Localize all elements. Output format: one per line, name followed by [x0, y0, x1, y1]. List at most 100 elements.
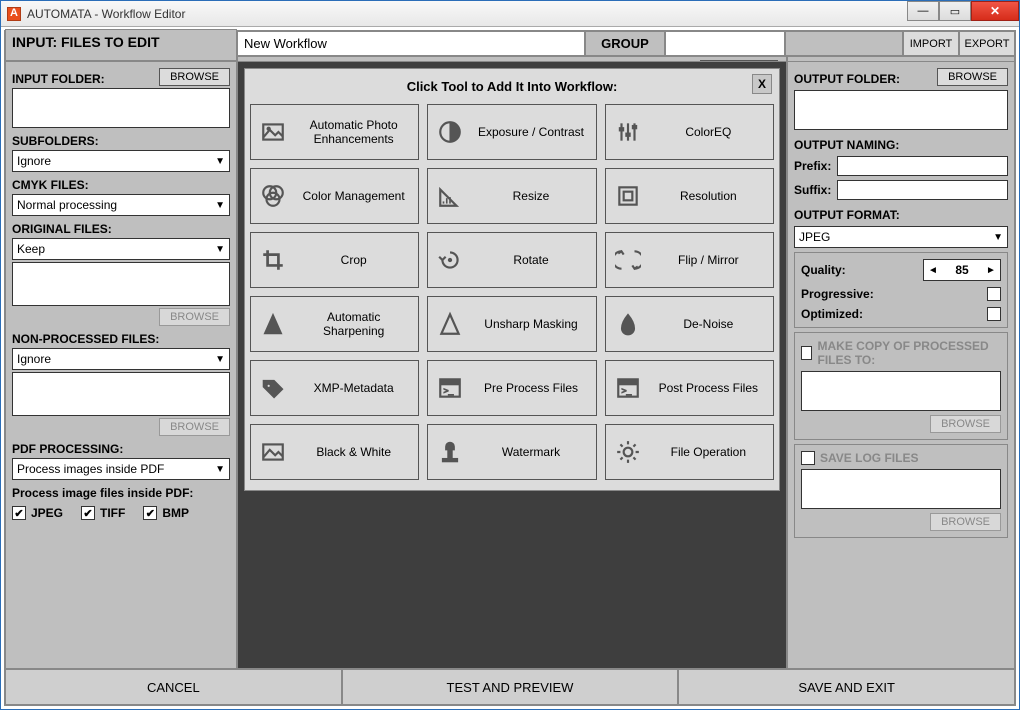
tiff-checkbox[interactable]: ✔ — [81, 506, 95, 520]
tool-label: Crop — [295, 253, 418, 267]
tool-label: Unsharp Masking — [472, 317, 595, 331]
subfolders-select[interactable]: Ignore — [12, 150, 230, 172]
cmyk-select[interactable]: Normal processing — [12, 194, 230, 216]
jpeg-checkbox[interactable]: ✔ — [12, 506, 26, 520]
nonproc-label: NON-PROCESSED FILES: — [12, 332, 230, 346]
subfolders-label: SUBFOLDERS: — [12, 134, 230, 148]
tool-icon — [251, 247, 295, 273]
progressive-checkbox[interactable] — [987, 287, 1001, 301]
savelog-path[interactable] — [801, 469, 1001, 509]
prefix-input[interactable] — [837, 156, 1008, 176]
original-browse: BROWSE — [159, 308, 230, 326]
tool-icon — [251, 375, 295, 401]
test-preview-button[interactable]: TEST AND PREVIEW — [342, 669, 679, 705]
output-folder-label: OUTPUT FOLDER: — [794, 72, 900, 86]
tool-label: Automatic Sharpening — [295, 310, 418, 338]
tool-de-noise[interactable]: De-Noise — [605, 296, 774, 352]
tool-label: ColorEQ — [650, 125, 773, 139]
quality-down-icon: ◄ — [924, 265, 942, 276]
makecopy-checkbox[interactable] — [801, 346, 812, 360]
svg-text:>_: >_ — [621, 385, 631, 395]
savelog-checkbox[interactable] — [801, 451, 815, 465]
tool-automatic-photo-enhancements[interactable]: Automatic Photo Enhancements — [250, 104, 419, 160]
output-folder-browse[interactable]: BROWSE — [937, 68, 1008, 86]
tool-file-operation[interactable]: File Operation — [605, 424, 774, 480]
tool-xmp-metadata[interactable]: XMP-Metadata — [250, 360, 419, 416]
tool-label: Post Process Files — [650, 381, 773, 395]
tool-label: Resize — [472, 189, 595, 203]
pdf-select[interactable]: Process images inside PDF — [12, 458, 230, 480]
tool-label: Resolution — [650, 189, 773, 203]
tool-rotate[interactable]: Rotate — [427, 232, 596, 288]
tool-picker: Click Tool to Add It Into Workflow: X Au… — [244, 68, 780, 491]
tool-icon — [428, 311, 472, 337]
tool-automatic-sharpening[interactable]: Automatic Sharpening — [250, 296, 419, 352]
makecopy-label: MAKE COPY OF PROCESSED FILES TO: — [817, 339, 1001, 367]
titlebar: AUTOMATA - Workflow Editor — ▭ ✕ — [1, 1, 1019, 27]
nonproc-select[interactable]: Ignore — [12, 348, 230, 370]
quality-up-icon: ► — [982, 265, 1000, 276]
tool-label: Black & White — [295, 445, 418, 459]
save-exit-button[interactable]: SAVE AND EXIT — [678, 669, 1015, 705]
optimized-checkbox[interactable] — [987, 307, 1001, 321]
tool-label: Automatic Photo Enhancements — [295, 118, 418, 146]
tool-icon — [428, 439, 472, 465]
input-folder-browse[interactable]: BROWSE — [159, 68, 230, 86]
tool-crop[interactable]: Crop — [250, 232, 419, 288]
tool-icon — [251, 183, 295, 209]
cancel-button[interactable]: CANCEL — [5, 669, 342, 705]
original-files-select[interactable]: Keep — [12, 238, 230, 260]
suffix-input[interactable] — [837, 180, 1008, 200]
tool-icon — [428, 119, 472, 145]
quality-spinner[interactable]: ◄85► — [923, 259, 1001, 281]
makecopy-path[interactable] — [801, 371, 1001, 411]
output-folder-field[interactable] — [794, 90, 1008, 130]
original-files-path[interactable] — [12, 262, 230, 306]
tool-exposure-contrast[interactable]: Exposure / Contrast — [427, 104, 596, 160]
tool-resize[interactable]: Resize — [427, 168, 596, 224]
tool-label: Color Management — [295, 189, 418, 203]
makecopy-browse: BROWSE — [930, 415, 1001, 433]
output-panel: OUTPUT FOLDER: BROWSE OUTPUT NAMING: Pre… — [787, 61, 1015, 669]
tool-black-white[interactable]: Black & White — [250, 424, 419, 480]
input-folder-field[interactable] — [12, 88, 230, 128]
tool-resolution[interactable]: Resolution — [605, 168, 774, 224]
close-button[interactable]: ✕ — [971, 1, 1019, 21]
input-header: INPUT: FILES TO EDIT — [5, 29, 237, 61]
output-format-select[interactable]: JPEG — [794, 226, 1008, 248]
tool-icon — [251, 311, 295, 337]
input-panel: INPUT FOLDER: BROWSE SUBFOLDERS: Ignore … — [5, 61, 237, 669]
tool-label: XMP-Metadata — [295, 381, 418, 395]
tool-watermark[interactable]: Watermark — [427, 424, 596, 480]
tool-unsharp-masking[interactable]: Unsharp Masking — [427, 296, 596, 352]
app-icon — [7, 7, 21, 21]
savelog-browse: BROWSE — [930, 513, 1001, 531]
nonproc-browse: BROWSE — [159, 418, 230, 436]
tool-label: De-Noise — [650, 317, 773, 331]
window-title: AUTOMATA - Workflow Editor — [27, 7, 185, 21]
tool-pre-process-files[interactable]: >_Pre Process Files — [427, 360, 596, 416]
tool-coloreq[interactable]: ColorEQ — [605, 104, 774, 160]
output-format-label: OUTPUT FORMAT: — [794, 208, 1008, 222]
pdf-sub-label: Process image files inside PDF: — [12, 486, 230, 500]
tool-label: Rotate — [472, 253, 595, 267]
tool-icon — [251, 119, 295, 145]
pdf-label: PDF PROCESSING: — [12, 442, 230, 456]
tool-label: Pre Process Files — [472, 381, 595, 395]
bmp-checkbox[interactable]: ✔ — [143, 506, 157, 520]
minimize-button[interactable]: — — [907, 1, 939, 21]
tool-icon: >_ — [606, 375, 650, 401]
workflow-canvas: Click Tool to Add It Into Workflow: X Au… — [237, 61, 787, 669]
original-files-label: ORIGINAL FILES: — [12, 222, 230, 236]
tool-icon: >_ — [428, 375, 472, 401]
maximize-button[interactable]: ▭ — [939, 1, 971, 21]
tool-post-process-files[interactable]: >_ Post Process Files — [605, 360, 774, 416]
tool-label: File Operation — [650, 445, 773, 459]
tool-icon — [606, 439, 650, 465]
tool-flip-mirror[interactable]: Flip / Mirror — [605, 232, 774, 288]
output-naming-label: OUTPUT NAMING: — [794, 138, 1008, 152]
tool-color-management[interactable]: Color Management — [250, 168, 419, 224]
quality-label: Quality: — [801, 263, 846, 277]
nonproc-path[interactable] — [12, 372, 230, 416]
tool-picker-close[interactable]: X — [752, 74, 772, 94]
